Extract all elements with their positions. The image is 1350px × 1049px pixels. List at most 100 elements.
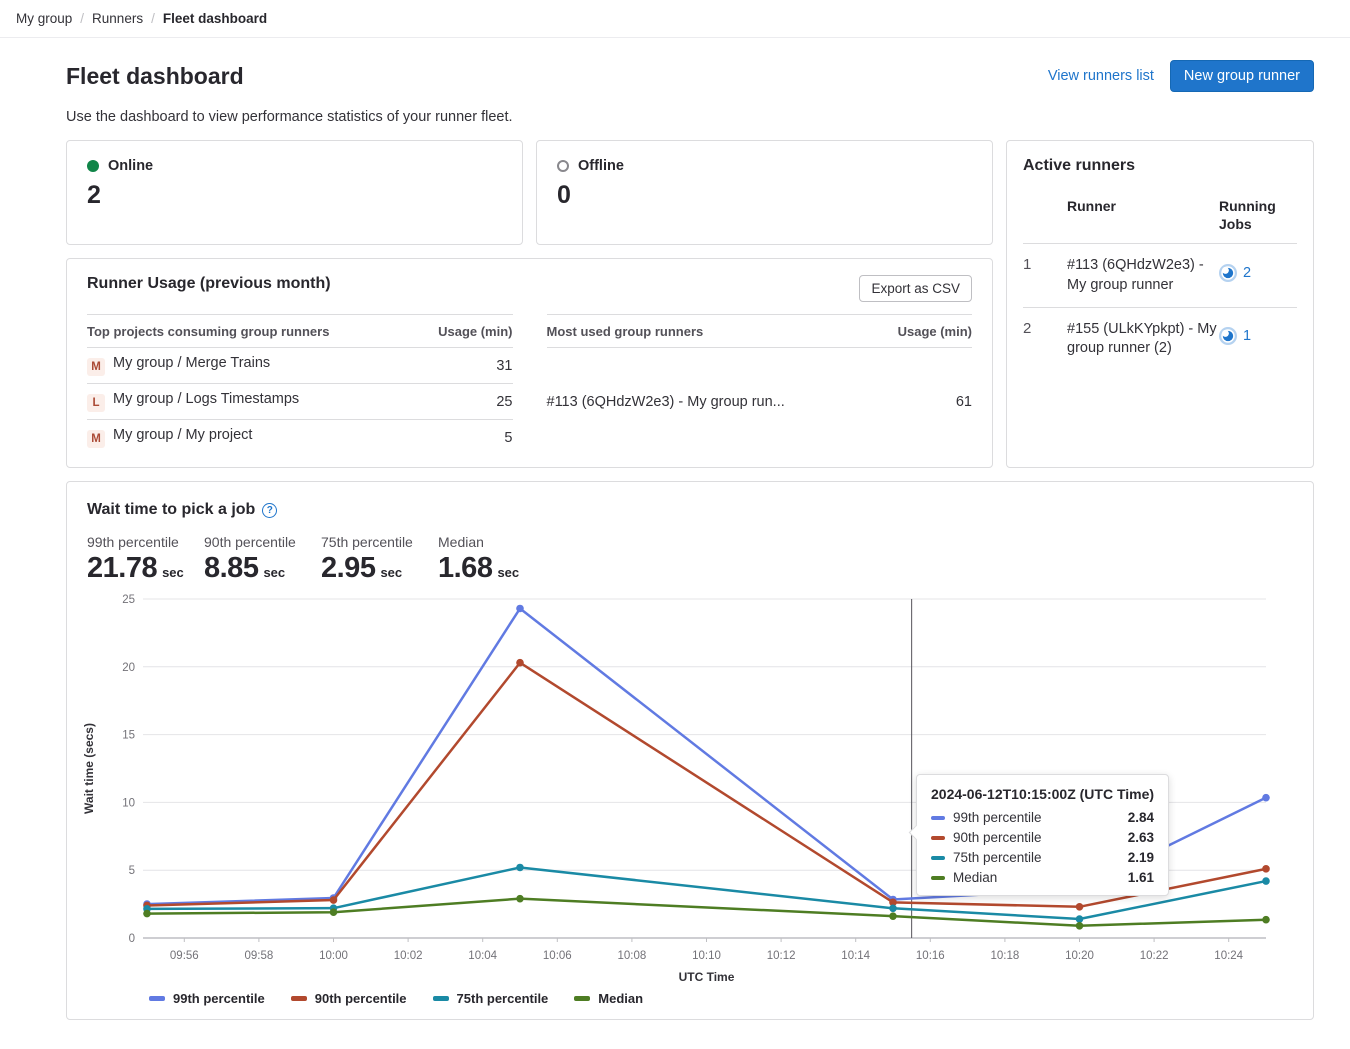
running-jobs-count: 1 <box>1243 328 1251 344</box>
legend-label: Median <box>598 991 643 1006</box>
legend-item-99th-percentile[interactable]: 99th percentile <box>149 991 265 1006</box>
data-point[interactable] <box>1262 794 1270 802</box>
stat-label: 99th percentile <box>87 534 186 550</box>
breadcrumb-fleet-dashboard: Fleet dashboard <box>163 11 267 26</box>
y-tick-label: 5 <box>129 865 135 877</box>
y-tick-label: 10 <box>122 797 135 809</box>
project-avatar: M <box>87 358 105 376</box>
project-avatar: L <box>87 394 105 412</box>
stat-value: 21.78 <box>87 552 157 585</box>
data-point[interactable] <box>330 896 338 904</box>
data-point[interactable] <box>330 908 338 916</box>
active-runners-title: Active runners <box>1023 157 1297 175</box>
table-row: MMy group / My project 5 <box>87 420 513 456</box>
runner-usage-value: 61 <box>886 348 972 456</box>
wait-time-chart[interactable]: 051015202509:5609:5810:0010:0210:0410:06… <box>83 589 1297 989</box>
help-icon[interactable]: ? <box>262 503 277 518</box>
stat-value: 1.68 <box>438 552 492 585</box>
page-description: Use the dashboard to view performance st… <box>66 109 1314 125</box>
active-runners-card: Active runners Runner Running Jobs 1 #11… <box>1006 140 1314 468</box>
stat-label: 75th percentile <box>321 534 420 550</box>
wait-time-card: Wait time to pick a job ? 99th percentil… <box>66 481 1314 1020</box>
legend-label: 90th percentile <box>315 991 407 1006</box>
data-point[interactable] <box>1262 916 1270 924</box>
table-row: #113 (6QHdzW2e3) - My group run... 61 <box>547 348 973 456</box>
data-point[interactable] <box>516 659 524 667</box>
runner-usage-card: Runner Usage (previous month) Export as … <box>66 258 993 468</box>
tooltip-series-label: 75th percentile <box>953 850 1120 865</box>
series-swatch <box>291 996 307 1001</box>
top-projects-column-header: Top projects consuming group runners <box>87 315 427 348</box>
online-status-icon <box>87 160 99 172</box>
breadcrumb-runners[interactable]: Runners <box>92 11 143 26</box>
series-swatch <box>433 996 449 1001</box>
view-runners-list-link[interactable]: View runners list <box>1048 68 1154 84</box>
breadcrumb-separator: / <box>80 11 84 26</box>
legend-item-median[interactable]: Median <box>574 991 643 1006</box>
runner-column-header: Runner <box>1067 185 1219 244</box>
running-jobs-link[interactable]: 2 <box>1219 264 1251 282</box>
stat-median: Median 1.68 sec <box>438 534 537 585</box>
data-point[interactable] <box>516 895 524 903</box>
chart-legend: 99th percentile 90th percentile 75th per… <box>149 991 1297 1006</box>
tooltip-series-value: 2.84 <box>1128 810 1154 825</box>
table-row: MMy group / Merge Trains 31 <box>87 348 513 384</box>
stat-90th-percentile: 90th percentile 8.85 sec <box>204 534 303 585</box>
y-tick-label: 0 <box>129 933 135 945</box>
stat-75th-percentile: 75th percentile 2.95 sec <box>321 534 420 585</box>
x-tick-label: 10:04 <box>468 950 497 962</box>
runner-usage-title: Runner Usage (previous month) <box>87 275 331 293</box>
series-swatch <box>931 816 945 820</box>
tooltip-series-label: Median <box>953 870 1120 885</box>
tooltip-row: 90th percentile 2.63 <box>931 830 1154 845</box>
stat-unit: sec <box>497 565 519 580</box>
running-status-icon <box>1219 264 1237 282</box>
offline-card: Offline 0 <box>536 140 993 245</box>
online-card: Online 2 <box>66 140 523 245</box>
tooltip-series-value: 1.61 <box>1128 870 1154 885</box>
usage-min-column-header: Usage (min) <box>886 315 972 348</box>
stat-value: 8.85 <box>204 552 258 585</box>
index-column-header <box>1023 185 1067 244</box>
y-tick-label: 20 <box>122 662 135 674</box>
project-usage-value: 31 <box>427 348 513 384</box>
x-tick-label: 10:14 <box>841 950 870 962</box>
x-tick-label: 10:00 <box>319 950 348 962</box>
breadcrumb-my-group[interactable]: My group <box>16 11 72 26</box>
running-jobs-link[interactable]: 1 <box>1219 327 1251 345</box>
legend-item-90th-percentile[interactable]: 90th percentile <box>291 991 407 1006</box>
running-jobs-count: 2 <box>1243 265 1251 281</box>
x-axis-title: UTC Time <box>679 970 735 984</box>
runner-rank: 2 <box>1023 307 1067 370</box>
data-point[interactable] <box>1262 865 1270 873</box>
offline-status-icon <box>557 160 569 172</box>
tooltip-row: Median 1.61 <box>931 870 1154 885</box>
running-status-icon <box>1219 327 1237 345</box>
data-point[interactable] <box>1262 877 1270 885</box>
y-axis-title: Wait time (secs) <box>82 723 96 814</box>
export-csv-button[interactable]: Export as CSV <box>859 275 972 302</box>
x-tick-label: 10:12 <box>767 950 796 962</box>
data-point[interactable] <box>143 910 151 918</box>
data-point[interactable] <box>1076 915 1084 923</box>
data-point[interactable] <box>1076 903 1084 911</box>
data-point[interactable] <box>889 905 897 913</box>
offline-label: Offline <box>578 158 624 174</box>
online-label: Online <box>108 158 153 174</box>
new-group-runner-button[interactable]: New group runner <box>1170 60 1314 92</box>
series-swatch <box>574 996 590 1001</box>
series-swatch <box>149 996 165 1001</box>
legend-item-75th-percentile[interactable]: 75th percentile <box>433 991 549 1006</box>
x-tick-label: 10:18 <box>991 950 1020 962</box>
data-point[interactable] <box>516 864 524 872</box>
runner-name: #155 (ULkKYpkpt) - My group runner (2) <box>1067 307 1219 370</box>
stat-unit: sec <box>380 565 402 580</box>
tooltip-title: 2024-06-12T10:15:00Z (UTC Time) <box>931 786 1154 802</box>
data-point[interactable] <box>516 605 524 613</box>
data-point[interactable] <box>889 912 897 920</box>
online-count: 2 <box>87 181 502 210</box>
tooltip-series-value: 2.63 <box>1128 830 1154 845</box>
fleet-dashboard-screen: My group / Runners / Fleet dashboard Fle… <box>0 0 1350 1049</box>
wait-time-title: Wait time to pick a job <box>87 501 255 519</box>
data-point[interactable] <box>1076 922 1084 930</box>
